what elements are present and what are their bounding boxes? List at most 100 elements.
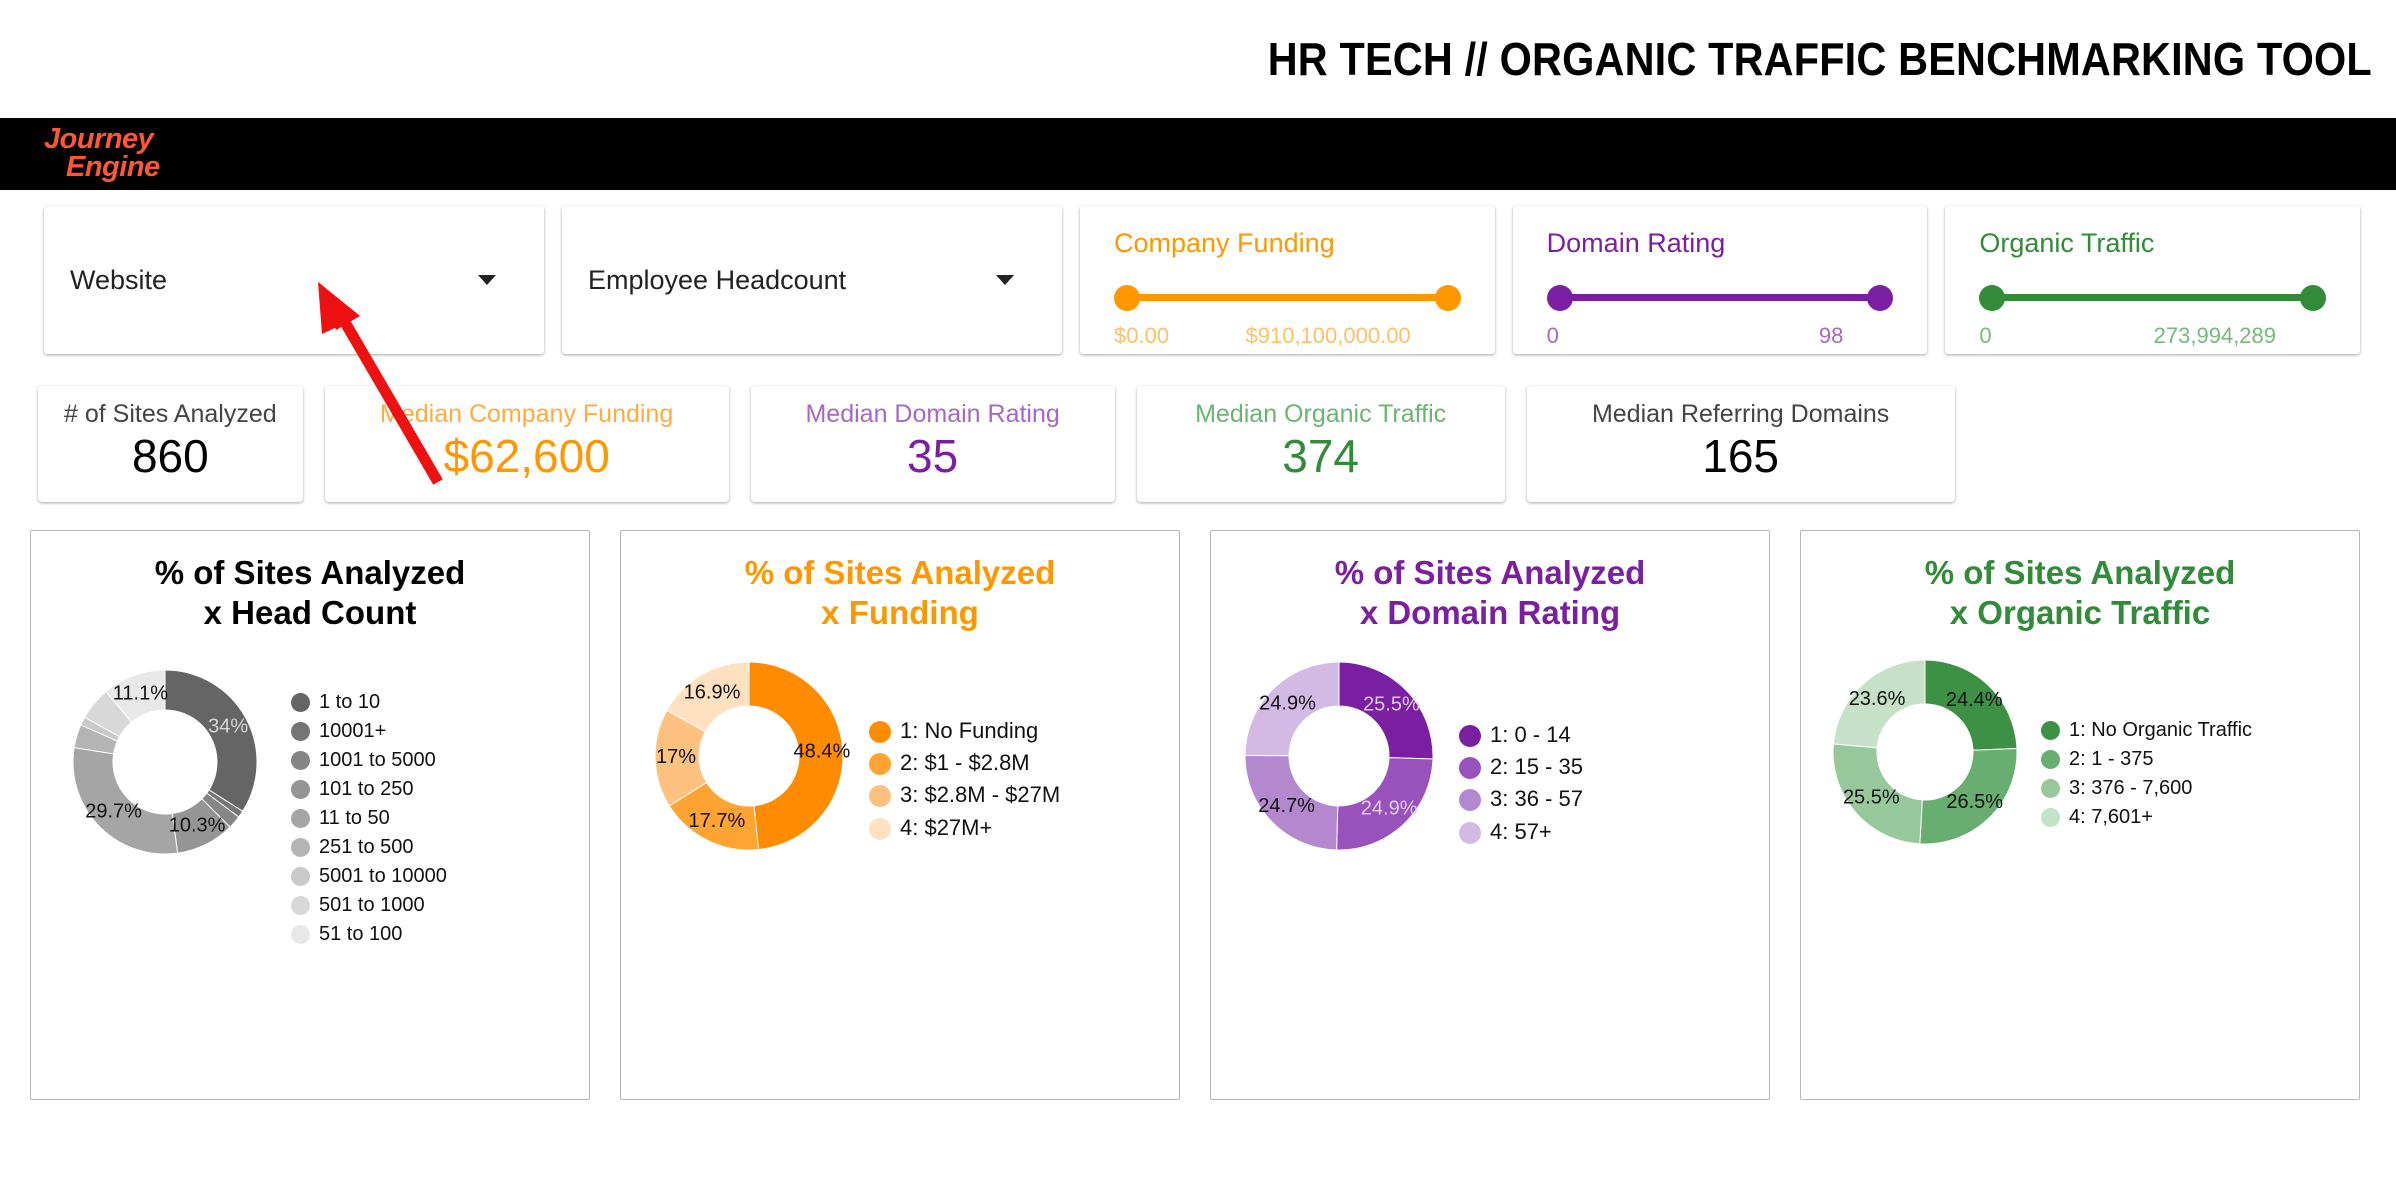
legend-label: 2: 15 - 35 [1490, 753, 1583, 779]
slider-track-organic-traffic[interactable] [1979, 285, 2327, 311]
legend-item[interactable]: 1: 0 - 14 [1459, 722, 1753, 748]
chart-title-domain-rating: % of Sites Analyzed x Domain Rating [1227, 553, 1753, 634]
legend-item[interactable]: 10001+ [291, 719, 573, 743]
dropdown-employee-headcount[interactable]: Employee Headcount [562, 206, 1062, 354]
slider-handle-max[interactable] [2300, 285, 2327, 311]
slider-track-company-funding[interactable] [1114, 285, 1461, 311]
donut-chart-organic-traffic[interactable]: 24.4% 26.5% 25.5% 23.6% [1817, 644, 2033, 860]
chart-title-line-1: % of Sites Analyzed [1334, 554, 1646, 591]
logo-line-1: Journey [44, 123, 154, 156]
donut-chart-head-count[interactable]: 34% 10.3% 29.7% 11.1% [47, 644, 283, 880]
chart-title-line-2: x Domain Rating [1359, 594, 1621, 632]
legend-item[interactable]: 3: 36 - 57 [1459, 786, 1753, 812]
legend-color-swatch [1459, 756, 1481, 779]
legend-label: 3: 376 - 7,600 [2069, 776, 2193, 799]
slider-min-value-domain-rating: 0 [1546, 323, 1559, 348]
slider-max-value-organic-traffic: 273,994,289 [2153, 323, 2277, 348]
logo-line-2: Engine [66, 151, 160, 183]
chart-title-line-1: % of Sites Analyzed [744, 554, 1056, 591]
legend-label: 1001 to 5000 [319, 748, 436, 771]
kpi-label-median-organic-traffic: Median Organic Traffic [1195, 400, 1447, 428]
legend-color-swatch [291, 808, 310, 828]
legend-item[interactable]: 3: 376 - 7,600 [2041, 776, 2343, 800]
legend-item[interactable]: 4: 57+ [1459, 819, 1753, 845]
slider-track-domain-rating[interactable] [1546, 285, 1894, 311]
legend-item[interactable]: 1: No Funding [869, 718, 1163, 744]
title-bar: HR TECH // ORGANIC TRAFFIC BENCHMARKING … [0, 0, 2396, 118]
kpi-card-median-referring-domains: Median Referring Domains 165 [1526, 386, 1955, 502]
kpi-value-median-referring-domains: 165 [1702, 429, 1780, 482]
slider-domain-rating[interactable]: Domain Rating 0 98 [1512, 206, 1928, 354]
legend-color-swatch [869, 720, 891, 743]
kpi-label-sites-analyzed: # of Sites Analyzed [64, 400, 277, 428]
legend-item[interactable]: 4: 7,601+ [2041, 805, 2343, 829]
slider-handle-min[interactable] [1546, 285, 1573, 311]
legend-label: 101 to 250 [319, 777, 414, 800]
legend-color-swatch [291, 895, 310, 915]
brand-bar: Journey Engine [0, 118, 2396, 190]
dropdown-label-employee-headcount: Employee Headcount [588, 264, 847, 295]
pie-slice-label: 11.1% [113, 682, 168, 704]
pie-slice-label: 16.9% [684, 681, 741, 703]
donut-chart-domain-rating[interactable]: 25.5% 24.9% 24.7% 24.9% [1227, 644, 1451, 868]
chart-legend-organic-traffic: 1: No Organic Traffic 2: 1 - 375 3: 376 - … [2033, 644, 2343, 829]
slider-handle-min[interactable] [1114, 285, 1140, 311]
kpi-value-median-domain-rating: 35 [907, 429, 959, 482]
pie-slice-label: 25.5% [1843, 786, 1900, 808]
slider-handle-max[interactable] [1867, 285, 1894, 311]
kpi-value-median-company-funding: $62,600 [443, 429, 610, 482]
legend-label: 5001 to 10000 [319, 864, 447, 887]
slider-handle-min[interactable] [1979, 285, 2006, 311]
legend-item[interactable]: 5001 to 10000 [291, 864, 573, 888]
legend-color-swatch [291, 924, 310, 944]
legend-color-swatch [291, 866, 310, 886]
pie-slice-label: 17% [656, 746, 696, 768]
legend-item[interactable]: 501 to 1000 [291, 893, 573, 917]
chart-title-organic-traffic: % of Sites Analyzed x Organic Traffic [1817, 553, 2343, 634]
legend-label: 4: 7,601+ [2069, 805, 2153, 828]
filter-bar: Website Employee Headcount Company Funding… [0, 190, 2396, 354]
legend-color-swatch [2041, 778, 2060, 798]
legend-item[interactable]: 251 to 500 [291, 835, 573, 859]
chevron-down-icon[interactable] [478, 275, 496, 285]
legend-label: 2: 1 - 375 [2069, 747, 2154, 770]
legend-item[interactable]: 11 to 50 [291, 806, 573, 830]
chevron-down-icon[interactable] [996, 275, 1014, 285]
legend-item[interactable]: 2: 1 - 375 [2041, 747, 2343, 771]
chart-row: % of Sites Analyzed x Head Count 34% 10.3% 2… [0, 502, 2396, 1100]
dropdown-website[interactable]: Website [44, 206, 544, 354]
legend-item[interactable]: 4: $27M+ [869, 815, 1163, 841]
slider-organic-traffic[interactable]: Organic Traffic 0 273,994,289 [1945, 206, 2361, 354]
legend-item[interactable]: 1 to 10 [291, 690, 573, 714]
chart-title-funding: % of Sites Analyzed x Funding [637, 553, 1163, 634]
legend-label: 51 to 100 [319, 922, 403, 945]
slider-company-funding[interactable]: Company Funding $0.00 $910,100,000.00 [1080, 206, 1495, 354]
slider-handle-max[interactable] [1434, 285, 1461, 311]
legend-color-swatch [291, 721, 310, 741]
pie-slice-label: 10.3% [169, 814, 226, 836]
chart-card-head-count: % of Sites Analyzed x Head Count 34% 10.3% 2… [30, 530, 590, 1100]
chart-title-line-2: x Head Count [203, 594, 417, 632]
legend-item[interactable]: 3: $2.8M - $27M [869, 782, 1163, 808]
pie-slice[interactable] [164, 668, 258, 812]
pie-slice-label: 17.7% [689, 809, 746, 831]
donut-chart-funding[interactable]: 48.4% 17.7% 17% 16.9% [637, 644, 861, 868]
kpi-label-median-referring-domains: Median Referring Domains [1591, 400, 1890, 428]
legend-item[interactable]: 51 to 100 [291, 922, 573, 946]
pie-slice-label: 24.7% [1258, 795, 1315, 817]
legend-color-swatch [291, 779, 310, 799]
pie-slice-label: 48.4% [794, 740, 851, 762]
legend-label: 10001+ [319, 719, 387, 742]
pie-slice-label: 25.5% [1363, 693, 1420, 715]
slider-min-value-company-funding: $0.00 [1114, 323, 1170, 348]
slider-range-fill [1126, 294, 1449, 301]
legend-color-swatch [869, 817, 891, 840]
pie-slice-label: 24.9% [1259, 692, 1316, 714]
legend-item[interactable]: 1: No Organic Traffic [2041, 718, 2343, 742]
legend-item[interactable]: 101 to 250 [291, 777, 573, 801]
legend-item[interactable]: 2: 15 - 35 [1459, 754, 1753, 780]
legend-item[interactable]: 1001 to 5000 [291, 748, 573, 772]
legend-color-swatch [291, 692, 310, 712]
legend-item[interactable]: 2: $1 - $2.8M [869, 750, 1163, 776]
legend-color-swatch [291, 837, 310, 857]
